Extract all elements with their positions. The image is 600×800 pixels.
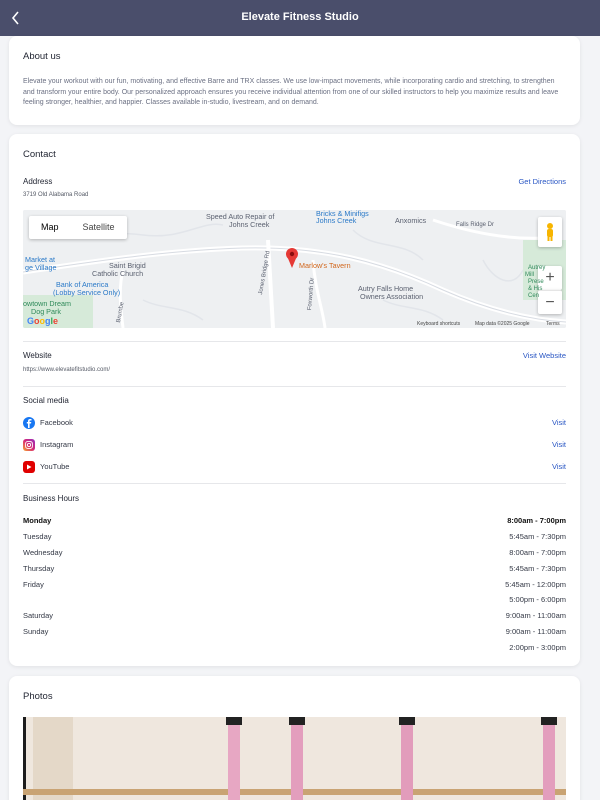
about-description: Elevate your workout with our fun, motiv… — [23, 78, 559, 107]
hours-day: Tuesday — [23, 532, 52, 541]
divider — [23, 341, 566, 342]
hours-time: 5:00pm - 6:00pm — [509, 595, 566, 604]
hours-day: Friday — [23, 580, 44, 589]
street-view-button[interactable] — [538, 217, 562, 247]
divider — [23, 386, 566, 387]
youtube-visit-link[interactable]: Visit — [552, 462, 566, 471]
about-title: About us — [23, 51, 61, 62]
instagram-icon — [23, 439, 35, 451]
app-header: Elevate Fitness Studio — [0, 0, 600, 36]
hours-time: 8:00am - 7:00pm — [507, 516, 566, 525]
social-name: Facebook — [40, 418, 73, 427]
zoom-out-button[interactable]: − — [538, 290, 562, 314]
map-label: Anxomics — [395, 216, 427, 225]
get-directions-link[interactable]: Get Directions — [518, 177, 566, 186]
business-hours-label: Business Hours — [23, 494, 80, 503]
photos-card: Photos — [9, 676, 580, 800]
studio-photo[interactable] — [23, 717, 566, 800]
street-view-icon — [547, 223, 553, 241]
social-row-facebook: Facebook Visit — [23, 416, 566, 430]
website-label: Website — [23, 351, 52, 360]
divider — [23, 483, 566, 484]
page-title: Elevate Fitness Studio — [241, 11, 359, 23]
instagram-visit-link[interactable]: Visit — [552, 440, 566, 449]
youtube-icon — [23, 461, 35, 473]
studio-photo-image — [23, 717, 566, 800]
social-name: Instagram — [40, 440, 74, 449]
address-label: Address — [23, 177, 53, 186]
hours-time: 2:00pm - 3:00pm — [509, 643, 566, 652]
hours-time: 5:45am - 12:00pm — [505, 580, 566, 589]
map-label: Johns Creek — [316, 216, 357, 225]
contact-card: Contact Address 3719 Old Alabama Road Ge… — [9, 134, 580, 666]
hours-time: 8:00am - 7:00pm — [509, 548, 566, 557]
photos-title: Photos — [23, 691, 53, 702]
map-type-toggle: Map Satellite — [29, 216, 127, 239]
map-label: Dog Park — [31, 307, 61, 316]
website-url: https://www.elevatefitstudio.com/ — [23, 367, 111, 373]
social-media-label: Social media — [23, 396, 69, 405]
hours-time: 5:45am - 7:30pm — [509, 564, 566, 573]
about-card: About us Elevate your workout with our f… — [9, 36, 580, 125]
contact-title: Contact — [23, 149, 56, 160]
map-label: Johns Creek — [229, 220, 270, 229]
map-data-credit: Map data ©2025 Google — [475, 321, 530, 327]
hours-day: Saturday — [23, 611, 54, 620]
map-label: Cen — [528, 293, 540, 299]
facebook-visit-link[interactable]: Visit — [552, 418, 566, 427]
map-label: Marlow's Tavern — [299, 261, 351, 270]
google-logo: Google — [27, 316, 59, 326]
keyboard-shortcuts-link[interactable]: Keyboard shortcuts — [417, 321, 460, 327]
map-label: Falls Ridge Dr — [456, 222, 495, 228]
satellite-tab[interactable]: Satellite — [71, 216, 127, 239]
map-label: ge Village — [25, 263, 57, 272]
terms-link[interactable]: Terms — [546, 321, 560, 327]
map-label: (Lobby Service Only) — [53, 288, 121, 297]
hours-time: 9:00am - 11:00am — [505, 627, 566, 636]
hours-time: 9:00am - 11:00am — [505, 611, 566, 620]
social-name: YouTube — [40, 462, 70, 471]
map-label: Owners Association — [360, 292, 424, 301]
hours-day: Sunday — [23, 627, 49, 636]
facebook-icon — [23, 417, 35, 429]
hours-day: Thursday — [23, 564, 55, 573]
social-row-youtube: YouTube Visit — [23, 460, 566, 474]
social-row-instagram: Instagram Visit — [23, 438, 566, 452]
visit-website-link[interactable]: Visit Website — [523, 351, 566, 360]
map-embed[interactable]: Map Satellite + − Speed Auto Repair of J… — [23, 210, 566, 328]
address-value: 3719 Old Alabama Road — [23, 192, 89, 198]
hours-time: 5:45am - 7:30pm — [509, 532, 566, 541]
hours-day: Wednesday — [23, 548, 63, 557]
map-tab[interactable]: Map — [29, 216, 71, 239]
hours-day: Monday — [23, 516, 52, 525]
map-label: Catholic Church — [92, 269, 144, 278]
